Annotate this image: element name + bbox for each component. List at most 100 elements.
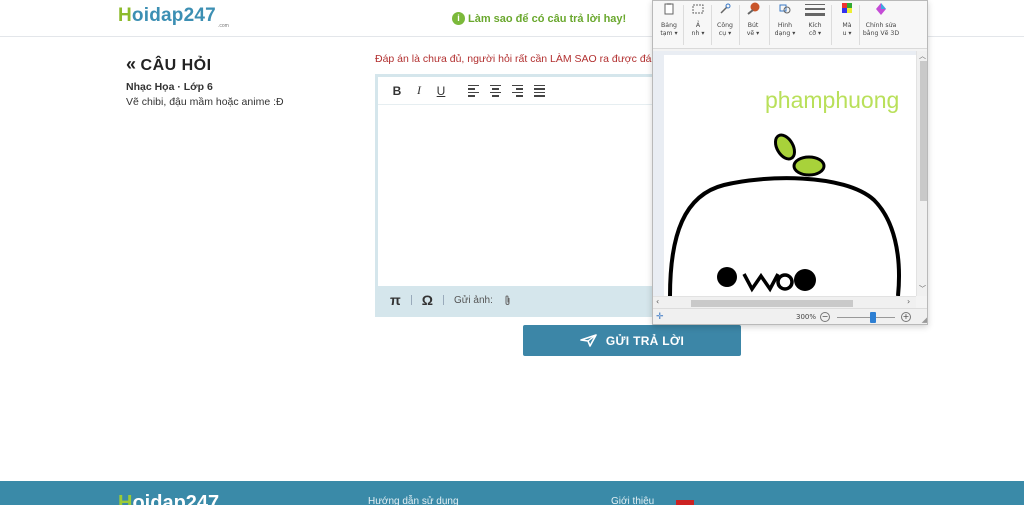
zoom-in-button[interactable]: + [901,312,911,322]
zoom-out-button[interactable]: − [820,312,830,322]
footer-logo-initial: H [118,492,133,505]
shapes-icon [779,4,791,14]
ribbon-divider [831,5,832,45]
submit-label: GỬI TRẢ LỜI [605,333,685,348]
zoom-level: 300% [796,313,817,321]
submit-answer-button[interactable]: GỬI TRẢ LỜI [523,325,741,356]
ribbon-divider [859,5,860,45]
chibi-mouth [742,272,780,293]
drawing: phamphuong [668,87,901,296]
answer-warning: Đáp án là chưa đủ, người hỏi rất cần LÀM… [375,53,658,65]
site-footer: Hoidap247 Hướng dẫn sử dụng Giới thiệu [0,481,1024,505]
ribbon-label: Bút vẽ ▾ [746,22,760,37]
send-icon [580,334,597,347]
question-meta: Nhạc Họa · Lớp 6 [126,81,213,93]
ribbon-label: Công cụ ▾ [717,22,733,37]
canvas-text: phamphuong [765,87,899,113]
ribbon-label: Ảnh ▾ [691,22,705,37]
paperclip-icon[interactable] [503,295,512,306]
footer-logo[interactable]: Hoidap247 [118,492,219,505]
ribbon-paint3d[interactable]: Chỉnh sửa bằng Vẽ 3D [861,1,901,49]
paint-window: Bảng tạm ▾ Ảnh ▾ Công cụ ▾ Bút vẽ ▾ Hình dạn… [652,0,928,325]
paint-canvas-area: phamphuong [653,51,916,296]
ribbon-brushes[interactable]: Bút vẽ ▾ [739,1,767,49]
paint-ribbon: Bảng tạm ▾ Ảnh ▾ Công cụ ▾ Bút vẽ ▾ Hình dạn… [653,1,927,49]
chibi-eye-right [794,269,816,291]
justify-button[interactable] [528,80,550,102]
clipboard-icon [664,3,674,15]
ribbon-shapes[interactable]: Hình dạng ▾ [771,1,799,49]
chibi-mouth-o [776,273,794,291]
zoom-slider-thumb[interactable] [870,312,876,323]
move-cursor-icon: ✛ [656,312,664,322]
align-right-button[interactable] [506,80,528,102]
align-center-button[interactable] [484,80,506,102]
ribbon-image[interactable]: Ảnh ▾ [684,1,712,49]
paint3d-icon [876,3,886,15]
italic-button[interactable]: I [408,80,430,102]
colors-icon [842,3,852,13]
resize-grip-icon[interactable]: ◢ [922,316,927,324]
vertical-scroll-thumb[interactable] [920,61,927,201]
info-icon: i [452,12,465,25]
ribbon-clipboard[interactable]: Bảng tạm ▾ [655,1,683,49]
tip-text: Làm sao để có câu trả lời hay! [468,12,627,25]
footer-link-guide[interactable]: Hướng dẫn sử dụng [368,496,459,505]
question-text: Vẽ chibi, đậu mầm hoặc anime :Đ [126,96,284,108]
chibi-body-outline [668,176,901,296]
scroll-up-icon[interactable]: ︿ [919,51,926,61]
footer-logo-text: oidap247 [132,492,220,505]
ribbon-label: Chỉnh sửa bằng Vẽ 3D [862,22,900,37]
footer-divider [442,295,444,305]
editor-toolbar: B I U [378,77,662,105]
paint-vertical-scrollbar[interactable]: ︿ ﹀ [916,51,927,296]
attach-image-label: Gửi ảnh: [453,294,493,306]
paint-horizontal-scrollbar[interactable]: ‹ › [653,296,916,308]
paint-status-bar: ✛ 300% − + ◢ [653,308,927,324]
answer-textarea[interactable] [378,105,662,288]
scroll-down-icon[interactable]: ﹀ [919,284,926,294]
question-section-title: «CÂU HỎI [126,54,212,75]
special-char-button[interactable]: Ω [422,292,433,308]
ribbon-label: Kích cỡ ▾ [808,22,822,37]
ribbon-divider [769,5,770,45]
image-icon [692,4,704,14]
align-right-icon [511,84,523,97]
page: Hoidap247 .com i Làm sao để có câu trả l… [0,0,1024,505]
ribbon-label: Bảng tạm ▾ [660,22,678,37]
horizontal-scroll-thumb[interactable] [691,300,853,307]
align-left-button[interactable] [462,80,484,102]
sprout-leaf-right [792,155,826,177]
align-left-icon [467,84,479,97]
scroll-right-icon[interactable]: › [907,297,910,306]
chibi-eye-left [717,267,737,287]
paint-canvas[interactable]: phamphuong [664,55,916,296]
question-title-text: CÂU HỎI [140,57,212,74]
answer-tip-link[interactable]: i Làm sao để có câu trả lời hay! [452,12,626,25]
ribbon-colors[interactable]: Mà u ▾ [833,1,861,49]
logo-subtext: .com [218,23,229,29]
footer-divider [410,295,412,305]
ribbon-size[interactable]: Kích cỡ ▾ [801,1,829,49]
double-chevron-left-icon: « [126,54,137,74]
tools-icon [720,3,731,14]
footer-link-about[interactable]: Giới thiệu [611,496,654,505]
underline-button[interactable]: U [430,80,452,102]
bold-button[interactable]: B [386,80,408,102]
math-pi-button[interactable]: π [390,292,401,308]
size-icon [805,4,825,16]
logo-text: oidap247 [131,5,216,26]
ribbon-label: Mà u ▾ [842,22,852,37]
ribbon-tools[interactable]: Công cụ ▾ [711,1,739,49]
sprout-leaf-left [774,133,796,161]
answer-editor: B I U π Ω Gửi ảnh: [375,74,665,317]
ribbon-label: Hình dạng ▾ [774,22,796,37]
site-logo[interactable]: Hoidap247 [118,5,216,27]
brush-icon [747,2,760,15]
zoom-slider-track[interactable] [837,317,895,318]
scroll-left-icon[interactable]: ‹ [656,297,659,306]
align-center-icon [489,84,501,97]
editor-footer: π Ω Gửi ảnh: [378,286,662,314]
justify-icon [533,84,545,97]
logo-initial: H [118,5,132,26]
